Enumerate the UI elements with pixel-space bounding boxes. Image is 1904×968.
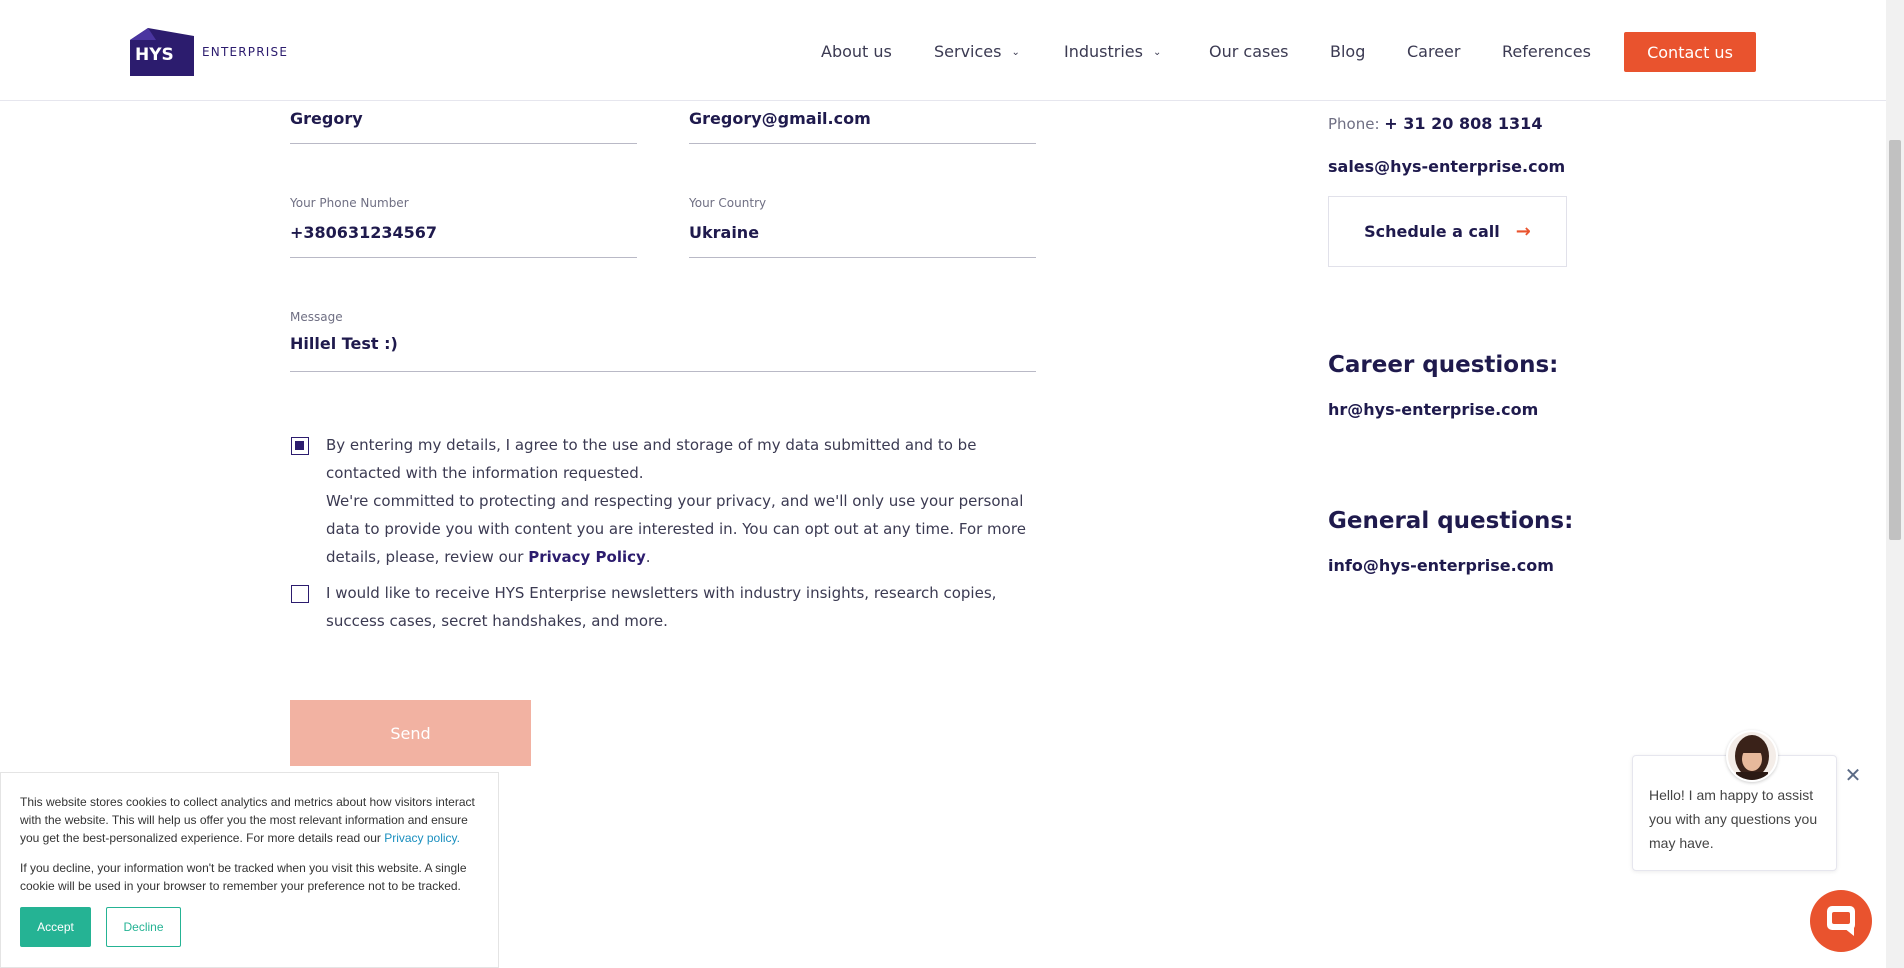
- logo[interactable]: HYS ENTERPRISE: [130, 28, 290, 76]
- chat-agent-avatar: [1726, 730, 1778, 782]
- avatar-portrait-icon: [1728, 732, 1776, 780]
- contact-us-button[interactable]: Contact us: [1624, 32, 1756, 72]
- schedule-call-label: Schedule a call: [1364, 222, 1500, 241]
- name-field[interactable]: Gregory: [290, 109, 363, 128]
- cookie-text-2: If you decline, your information won't b…: [20, 861, 467, 893]
- svg-text:HYS: HYS: [135, 45, 174, 65]
- country-field-underline: [689, 257, 1036, 258]
- nav-industries[interactable]: Industries ⌄: [1064, 42, 1161, 61]
- send-button[interactable]: Send: [290, 700, 531, 766]
- message-field-label: Message: [290, 310, 343, 324]
- consent-text-agree: By entering my details, I agree to the u…: [326, 436, 977, 482]
- accept-cookies-button[interactable]: Accept: [20, 907, 91, 947]
- cookie-banner: This website stores cookies to collect a…: [0, 772, 499, 968]
- close-icon[interactable]: ✕: [1844, 765, 1862, 785]
- arrow-right-icon: →: [1515, 221, 1531, 242]
- nav-blog[interactable]: Blog: [1330, 42, 1365, 61]
- career-questions-heading: Career questions:: [1328, 352, 1559, 378]
- name-field-underline: [290, 143, 637, 144]
- logo-mark-icon: HYS: [130, 28, 194, 76]
- email-field[interactable]: Gregory@gmail.com: [689, 109, 871, 128]
- country-field[interactable]: Ukraine: [689, 223, 759, 242]
- schedule-call-button[interactable]: Schedule a call →: [1328, 196, 1567, 267]
- hr-email-link[interactable]: hr@hys-enterprise.com: [1328, 400, 1538, 419]
- nav-about-us[interactable]: About us: [821, 42, 892, 61]
- phone-contact: Phone: + 31 20 808 1314: [1328, 114, 1542, 133]
- phone-field[interactable]: +380631234567: [290, 223, 437, 242]
- sales-email-link[interactable]: sales@hys-enterprise.com: [1328, 157, 1565, 176]
- chat-launcher-button[interactable]: [1810, 890, 1872, 952]
- general-questions-heading: General questions:: [1328, 508, 1574, 534]
- phone-field-label: Your Phone Number: [290, 196, 409, 210]
- nav-our-cases[interactable]: Our cases: [1209, 42, 1289, 61]
- chat-message: Hello! I am happy to assist you with any…: [1649, 787, 1818, 851]
- chevron-down-icon: ⌄: [1011, 47, 1020, 58]
- nav-career[interactable]: Career: [1407, 42, 1460, 61]
- message-field-underline: [290, 371, 1036, 372]
- nav-services-label: Services: [934, 42, 1002, 61]
- cookie-privacy-link[interactable]: Privacy policy.: [384, 831, 460, 845]
- decline-cookies-button[interactable]: Decline: [106, 907, 181, 947]
- nav-industries-label: Industries: [1064, 42, 1143, 61]
- consent-text: By entering my details, I agree to the u…: [326, 431, 1046, 571]
- email-field-underline: [689, 143, 1036, 144]
- consent-checkbox[interactable]: [291, 437, 309, 455]
- nav-references[interactable]: References: [1502, 42, 1591, 61]
- privacy-policy-link[interactable]: Privacy Policy: [528, 548, 646, 566]
- site-header: HYS ENTERPRISE About us Services ⌄ Indust…: [0, 0, 1886, 101]
- cookie-text-1: This website stores cookies to collect a…: [20, 793, 484, 847]
- chevron-down-icon: ⌄: [1152, 47, 1162, 58]
- info-email-link[interactable]: info@hys-enterprise.com: [1328, 556, 1554, 575]
- consent-text-privacy: We're committed to protecting and respec…: [326, 492, 1026, 566]
- phone-link[interactable]: + 31 20 808 1314: [1384, 114, 1542, 133]
- scrollbar-thumb[interactable]: [1889, 140, 1901, 540]
- newsletter-checkbox[interactable]: [291, 585, 309, 603]
- nav-services[interactable]: Services ⌄: [934, 42, 1020, 61]
- logo-wordmark: ENTERPRISE: [202, 45, 289, 59]
- phone-field-underline: [290, 257, 637, 258]
- consent-text-end: .: [645, 548, 651, 566]
- chat-icon: [1827, 906, 1855, 936]
- country-field-label: Your Country: [689, 196, 767, 210]
- phone-prefix: Phone:: [1328, 115, 1385, 133]
- newsletter-text: I would like to receive HYS Enterprise n…: [326, 584, 997, 630]
- message-field[interactable]: Hillel Test :): [290, 334, 398, 353]
